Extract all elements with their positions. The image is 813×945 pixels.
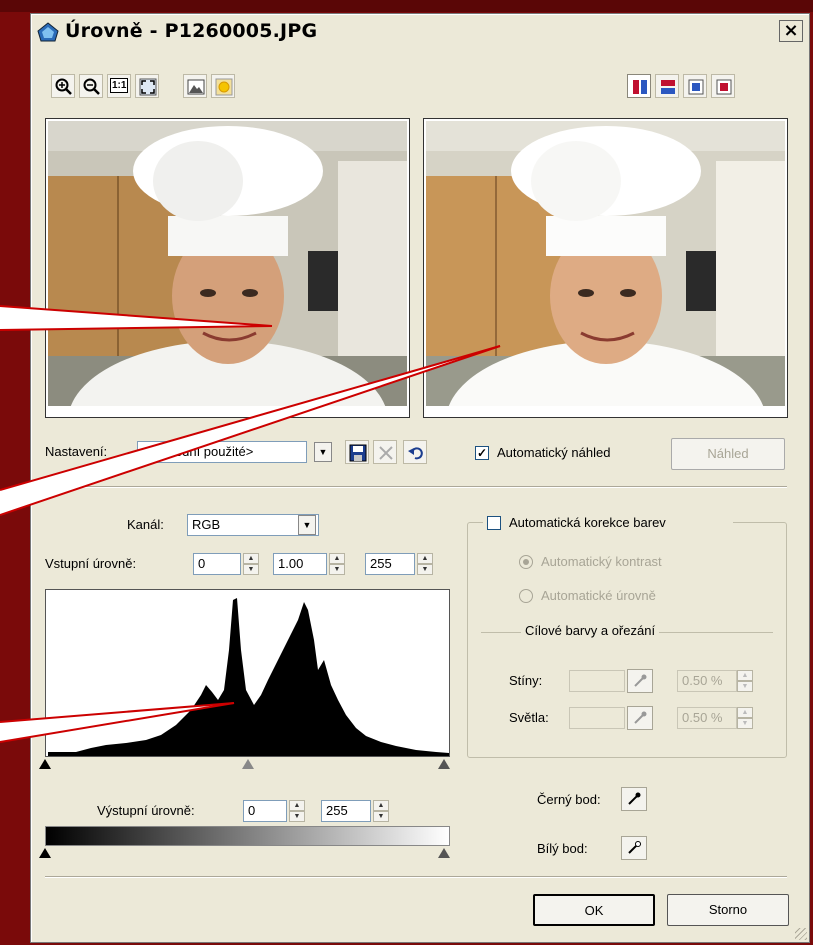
output-white-field[interactable]: 255 [321,800,371,822]
separator-top [45,486,787,488]
single-view-before-button[interactable] [711,74,735,98]
fit-to-window-button[interactable] [135,74,159,98]
actual-size-button[interactable]: 1:1 [107,74,131,98]
single-view-red-icon [716,79,732,95]
auto-color-checkbox[interactable] [487,516,501,530]
zoom-in-icon [55,78,72,95]
highlights-percent-spinner[interactable]: ▲ ▼ [737,707,753,729]
output-black-spinner[interactable]: ▲ ▼ [289,800,305,822]
landscape-icon [187,79,205,95]
shadows-percent-field[interactable]: 0.50 % [677,670,737,692]
chevron-down-icon: ▼ [302,520,312,530]
original-preview[interactable] [45,118,410,418]
input-gamma-slider[interactable] [242,759,254,769]
chevron-down-icon: ▼ [318,447,328,457]
shadows-color-swatch[interactable] [569,670,625,692]
chef-photo-adjusted [426,121,785,406]
white-point-picker[interactable] [621,836,647,860]
title-bar[interactable]: Úrovně - P1260005.JPG × [31,14,809,50]
app-icon [37,22,59,42]
sun-icon [215,78,233,96]
input-gamma-field[interactable]: 1.00 [273,553,327,575]
preview-image-button[interactable] [211,74,235,98]
input-white-slider[interactable] [438,759,450,769]
ok-button[interactable]: OK [533,894,655,926]
undo-icon [408,447,423,460]
output-black-field[interactable]: 0 [243,800,287,822]
input-gamma-spinner[interactable]: ▲ ▼ [329,553,345,575]
separator-bottom [45,876,787,878]
input-black-slider[interactable] [39,759,51,769]
output-levels-label: Výstupní úrovně: [97,803,195,818]
eyedropper-icon [634,674,647,687]
input-white-spinner[interactable]: ▲ ▼ [417,553,433,575]
black-point-label: Černý bod: [537,792,601,807]
single-view-after-button[interactable] [683,74,707,98]
black-point-picker[interactable] [621,787,647,811]
window-title: Úrovně - P1260005.JPG [65,20,318,42]
highlights-label: Světla: [509,710,549,725]
channel-dropdown-button[interactable]: ▼ [298,515,316,535]
floppy-disk-icon [349,444,367,462]
auto-preview-label: Automatický náhled [497,445,611,460]
settings-label: Nastavení: [45,444,108,459]
cancel-button[interactable]: Storno [667,894,789,926]
close-x-icon [379,446,393,460]
single-view-blue-icon [688,79,704,95]
close-button[interactable]: × [779,20,803,42]
histogram [45,589,450,757]
highlights-picker-button[interactable] [627,706,653,730]
settings-select[interactable]: <Poslední použité> [137,441,307,463]
zoom-out-icon [83,78,100,95]
resize-grip[interactable] [795,928,807,940]
input-black-spinner[interactable]: ▲ ▼ [243,553,259,575]
desktop-strip [0,0,813,12]
histogram-graph [48,598,449,756]
target-colors-label: Cílové barvy a ořezání [521,623,660,638]
auto-color-label: Automatická korekce barev [509,515,666,530]
input-white-field[interactable]: 255 [365,553,415,575]
auto-preview-checkbox[interactable]: ✓ [475,446,489,460]
zoom-in-button[interactable] [51,74,75,98]
split-horizontal-button[interactable] [655,74,679,98]
output-white-slider[interactable] [438,848,450,858]
reset-button[interactable] [403,440,427,464]
auto-contrast-radio[interactable] [519,555,533,569]
highlights-percent-field[interactable]: 0.50 % [677,707,737,729]
output-white-spinner[interactable]: ▲ ▼ [373,800,389,822]
auto-levels-radio[interactable] [519,589,533,603]
auto-levels-label: Automatické úrovně [541,588,656,603]
shadows-label: Stíny: [509,673,543,688]
delete-settings-button[interactable] [373,440,397,464]
eyedropper-icon [628,841,641,854]
eyedropper-icon [628,792,641,805]
split-vertical-button[interactable] [627,74,651,98]
eyedropper-icon [634,711,647,724]
preview-button[interactable]: Náhled [671,438,785,470]
adjusted-preview[interactable] [423,118,788,418]
split-vertical-icon [633,80,647,94]
fit-to-window-icon [139,78,157,96]
output-gradient [45,826,450,846]
shadows-percent-spinner[interactable]: ▲ ▼ [737,670,753,692]
original-image-button[interactable] [183,74,207,98]
white-point-label: Bílý bod: [537,841,588,856]
zoom-out-button[interactable] [79,74,103,98]
settings-dropdown-button[interactable]: ▼ [314,442,332,462]
save-settings-button[interactable] [345,440,369,464]
shadows-picker-button[interactable] [627,669,653,693]
split-horizontal-icon [661,80,675,94]
chef-photo-original [48,121,407,406]
channel-label: Kanál: [127,517,164,532]
check-icon: ✓ [476,446,488,460]
levels-dialog: Úrovně - P1260005.JPG × 1:1 Nastavení: <… [30,13,810,943]
actual-size-icon: 1:1 [110,78,129,93]
highlights-color-swatch[interactable] [569,707,625,729]
output-black-slider[interactable] [39,848,51,858]
input-black-field[interactable]: 0 [193,553,241,575]
input-levels-label: Vstupní úrovně: [45,556,137,571]
auto-contrast-label: Automatický kontrast [541,554,662,569]
